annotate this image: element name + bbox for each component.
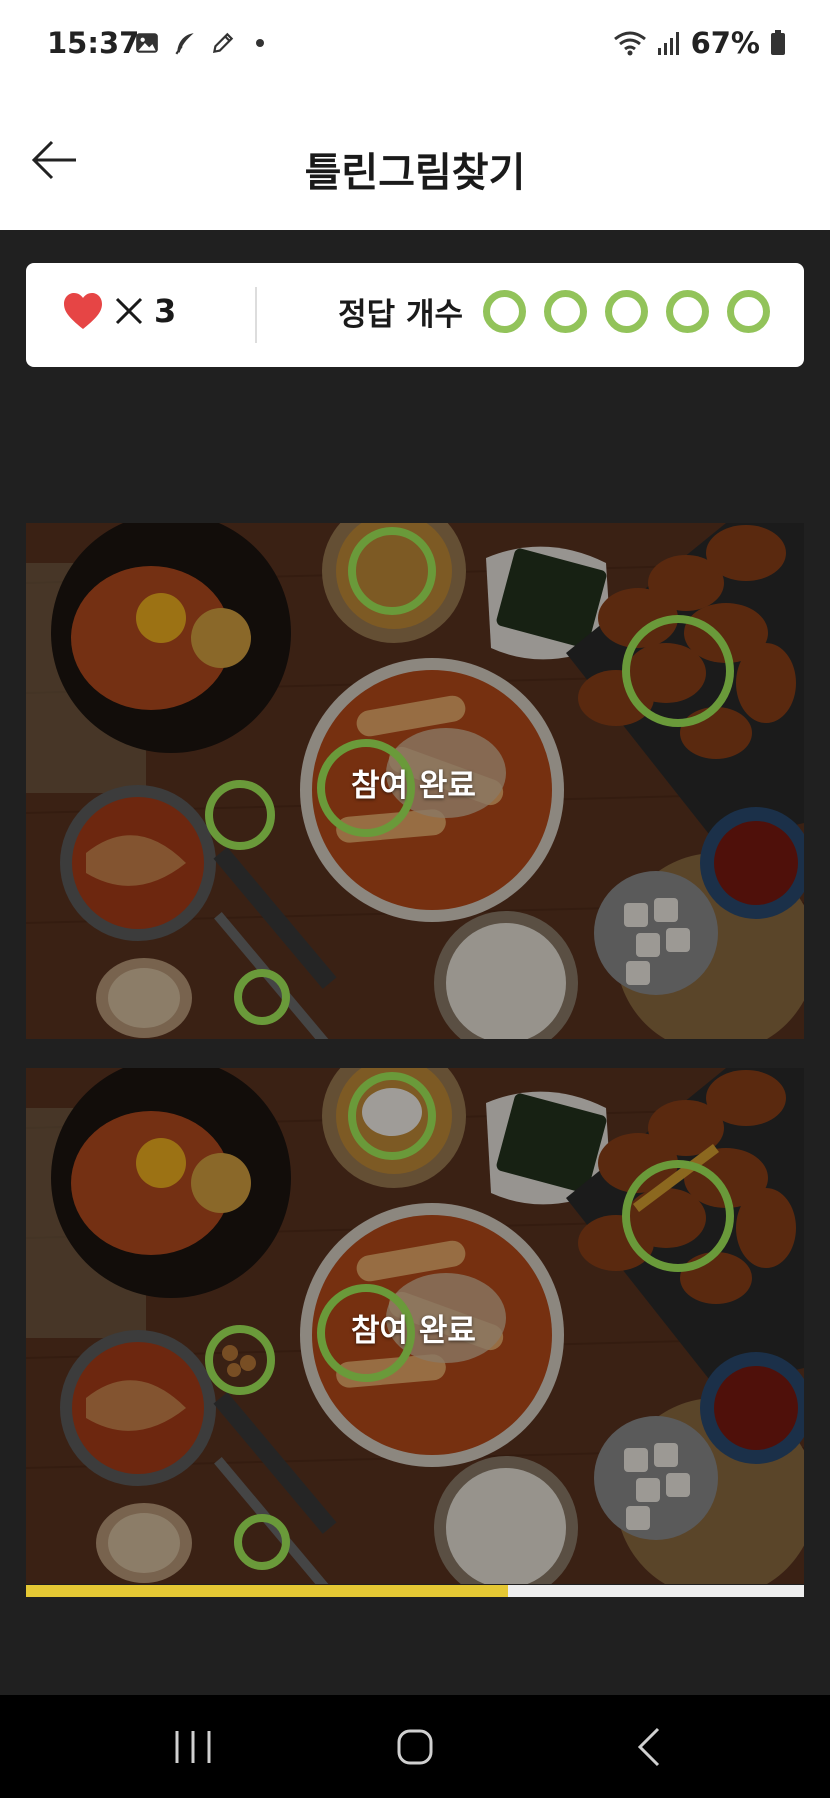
notification-dot bbox=[256, 39, 264, 47]
status-bar: 15:37 67% bbox=[0, 0, 830, 90]
status-icons-right: 67% bbox=[613, 26, 786, 60]
status-time: 15:37 bbox=[47, 26, 140, 60]
system-nav-bar bbox=[0, 1695, 830, 1798]
answer-indicator-icon bbox=[727, 290, 770, 333]
feather-icon bbox=[175, 33, 194, 55]
divider bbox=[255, 287, 257, 343]
multiply-icon bbox=[115, 297, 143, 325]
wifi-icon bbox=[613, 31, 646, 56]
completed-label: 참여 완료 bbox=[351, 768, 476, 804]
progress-bar bbox=[26, 1585, 804, 1597]
heart-icon bbox=[64, 293, 102, 329]
answer-indicators bbox=[483, 290, 770, 333]
puzzle-image-original[interactable]: 참여 완료 bbox=[26, 523, 804, 1039]
answers-label: 정답 개수 bbox=[338, 297, 463, 333]
progress-fill bbox=[26, 1585, 509, 1597]
pencil-icon bbox=[212, 32, 234, 54]
battery-percent: 67% bbox=[690, 26, 760, 60]
answer-indicator-icon bbox=[483, 290, 526, 333]
status-icons-left bbox=[134, 30, 264, 56]
answer-indicator-icon bbox=[605, 290, 648, 333]
signal-icon bbox=[657, 32, 679, 55]
image-icon bbox=[136, 33, 158, 53]
answers-counter: 정답 개수 bbox=[338, 289, 770, 334]
game-area: 3 정답 개수 참여 완료 참여 완료 bbox=[0, 230, 830, 1695]
back-icon[interactable] bbox=[620, 1725, 680, 1769]
answer-indicator-icon bbox=[666, 290, 709, 333]
battery-icon bbox=[771, 30, 785, 55]
score-card: 3 정답 개수 bbox=[26, 263, 804, 367]
completed-label: 참여 완료 bbox=[351, 1313, 476, 1349]
puzzle-image-modified[interactable]: 참여 완료 bbox=[26, 1068, 804, 1584]
app-header: 틀린그림찾기 bbox=[0, 90, 830, 230]
lives-count: 3 bbox=[154, 292, 177, 330]
home-icon[interactable] bbox=[385, 1725, 445, 1769]
recent-apps-icon[interactable] bbox=[163, 1725, 223, 1769]
lives-counter: 3 bbox=[62, 291, 176, 331]
page-title: 틀린그림찾기 bbox=[304, 150, 526, 196]
answer-indicator-icon bbox=[544, 290, 587, 333]
